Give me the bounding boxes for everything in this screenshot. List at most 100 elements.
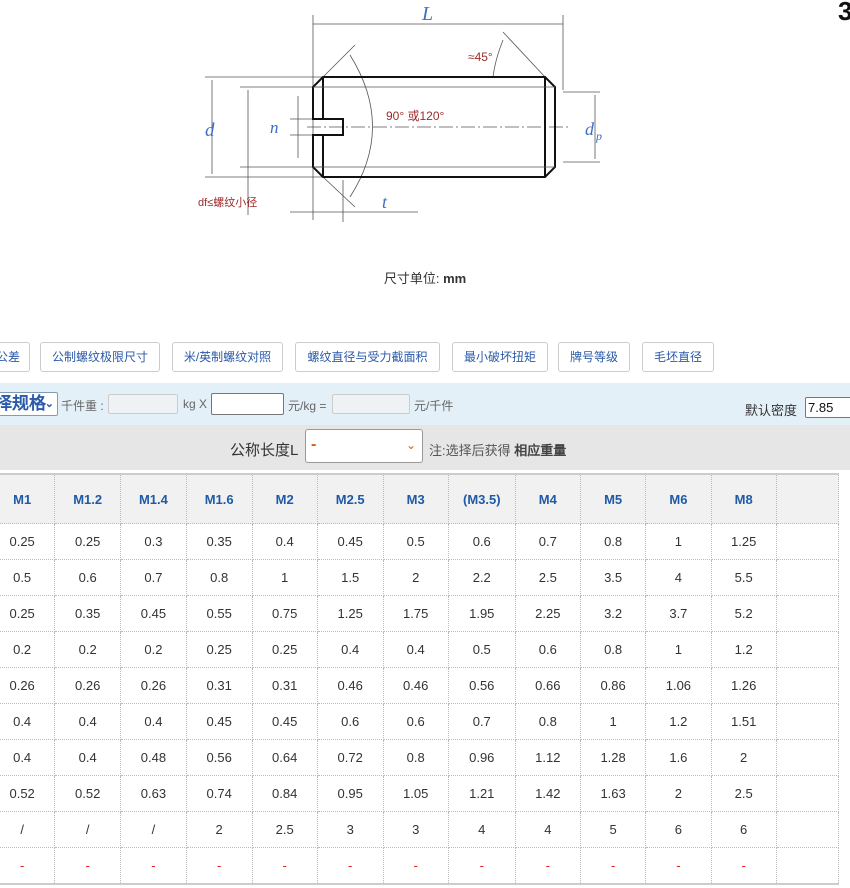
table-cell: 2.5 [710, 775, 777, 812]
table-cell: - [316, 847, 384, 885]
table-cell: 1.63 [579, 775, 647, 812]
table-cell [775, 595, 840, 632]
table-row: 0.25 0.35 0.45 0.55 0.75 1.25 1.75 1.95 2.25 3.2 3… [0, 595, 840, 632]
table-cell: 0.6 [316, 703, 384, 740]
column-header: (M3.5) [447, 473, 516, 524]
table-cell: 0.4 [251, 523, 318, 560]
chevron-down-icon: ⌄ [405, 438, 416, 452]
table-cell: 0.75 [251, 595, 318, 632]
per-kg-label: 元/kg = [288, 399, 327, 413]
table-cell: 0.35 [54, 595, 122, 632]
table-header-row: M1 M1.2 M1.4 M1.6 M2 M2.5 M3 (M3.5) M4 M5 M6 M8 [0, 473, 840, 524]
table-cell: 0.25 [185, 631, 253, 668]
table-cell: 0.45 [185, 703, 253, 740]
tab-blank-diameter[interactable]: 毛坯直径 [642, 342, 714, 372]
table-cell: 0.52 [54, 775, 122, 812]
tab-min-breaking-torque[interactable]: 最小破坏扭矩 [452, 342, 548, 372]
table-cell: 0.45 [316, 523, 384, 560]
svg-text:d: d [205, 120, 215, 141]
price-per-kg-input[interactable] [211, 393, 284, 415]
table-cell: 0.2 [54, 631, 122, 668]
weight-label: 千件重 : [61, 399, 104, 413]
table-cell: 0.6 [54, 559, 122, 596]
table-cell: 0.74 [185, 775, 253, 812]
table-cell: 6 [645, 811, 712, 848]
tab-grade[interactable]: 牌号等级 [558, 342, 630, 372]
table-cell: 5.2 [710, 595, 777, 632]
tab-thread-diameter-area[interactable]: 螺纹直径与受力截面积 [295, 342, 440, 372]
table-cell [775, 811, 840, 848]
kg-x-label: kg X [183, 397, 208, 411]
table-cell: 0.46 [316, 667, 384, 704]
table-row: / //2 2.5 3 3 4 4 5 6 6 [0, 811, 840, 848]
table-cell: / [0, 811, 56, 848]
table-cell: 1.2 [710, 631, 777, 668]
tab-metric-imperial-thread[interactable]: 米/英制螺纹对照 [172, 342, 283, 372]
table-cell: 0.31 [251, 667, 318, 704]
table-cell: 0.45 [251, 703, 318, 740]
svg-text:90° 或120°: 90° 或120° [386, 109, 445, 123]
table-cell: 1.12 [514, 739, 581, 776]
density-input[interactable]: 7.85 [805, 397, 850, 418]
table-cell: 1.21 [447, 775, 516, 812]
svg-text:L: L [421, 3, 433, 25]
tab-metric-thread-limits[interactable]: 公制螺纹极限尺寸 [40, 342, 160, 372]
density-label: 默认密度 [745, 403, 798, 418]
table-cell [775, 739, 840, 776]
table-cell: 0.56 [185, 739, 253, 776]
table-cell: 0.26 [120, 667, 187, 704]
price-calculator-bar: 择规格 ⌄ 千件重 : kg X 元/kg = 元/千件 默认密度 7.85 [0, 383, 850, 425]
table-cell: 4 [645, 559, 712, 596]
units-label: 尺寸单位: [383, 271, 440, 286]
units-value: mm [443, 271, 467, 286]
table-cell: 1.25 [710, 523, 777, 560]
weight-field[interactable] [108, 394, 178, 414]
svg-text:df≤螺纹小径: df≤螺纹小径 [198, 195, 257, 209]
table-cell: 1.51 [710, 703, 777, 740]
set-screw-diagram: L d n d p t ≈45° 90° 或120° df≤螺纹小径 [198, 3, 602, 222]
table-cell: 0.95 [316, 775, 384, 812]
table-cell: 0.25 [54, 523, 122, 560]
column-header: M1.2 [54, 473, 122, 524]
table-cell: - [54, 847, 122, 885]
table-cell: - [514, 847, 581, 885]
total-price-field[interactable] [332, 394, 410, 414]
table-row: 0.25 0.25 0.3 0.35 0.4 0.45 0.5 0.6 0.7 0.8 1 1.25 [0, 523, 840, 560]
table-cell: 1.5 [316, 559, 384, 596]
per-thousand-label: 元/千件 [414, 399, 454, 413]
table-row: 0.2 0.2 0.2 0.25 0.25 0.4 0.4 0.5 0.6 0.8 1 1.2 [0, 631, 840, 668]
nominal-length-select[interactable]: - ⌄ [305, 429, 423, 463]
table-row: 0.52 0.52 0.63 0.74 0.84 0.95 1.05 1.21 1.42 1.63… [0, 775, 840, 812]
table-cell: 0.7 [120, 559, 187, 596]
table-cell: 2.5 [514, 559, 581, 596]
table-cell: 0.8 [185, 559, 253, 596]
table-cell: 1 [645, 631, 712, 668]
table-cell: - [0, 847, 56, 885]
table-cell: 1 [251, 559, 318, 596]
table-cell: 0.66 [514, 667, 581, 704]
table-cell [775, 775, 840, 812]
length-selector-bar: 公称长度L - ⌄ 注:选择后获得 相应重量 [0, 425, 850, 470]
table-cell [775, 667, 840, 704]
table-cell: - [645, 847, 712, 885]
svg-text:p: p [595, 129, 602, 143]
table-cell [775, 703, 840, 740]
table-cell: 1.95 [447, 595, 516, 632]
spec-select[interactable]: 择规格 ⌄ [0, 392, 58, 416]
dimension-table: M1 M1.2 M1.4 M1.6 M2 M2.5 M3 (M3.5) M4 M5 M6 M8 0.2… [0, 473, 840, 885]
table-cell: 5 [579, 811, 647, 848]
table-cell: 0.96 [447, 739, 516, 776]
tab-tolerance[interactable]: 公差 [0, 342, 30, 372]
table-cell: 4 [447, 811, 516, 848]
svg-text:d: d [585, 119, 595, 139]
table-cell: 0.4 [382, 631, 449, 668]
table-cell: 0.4 [54, 739, 122, 776]
table-cell [775, 523, 840, 560]
table-cell: 0.25 [251, 631, 318, 668]
svg-text:t: t [382, 192, 388, 212]
table-cell: 0.6 [514, 631, 581, 668]
table-cell: - [579, 847, 647, 885]
table-cell: 0.25 [0, 595, 56, 632]
table-cell: 0.2 [120, 631, 187, 668]
table-cell: - [120, 847, 187, 885]
